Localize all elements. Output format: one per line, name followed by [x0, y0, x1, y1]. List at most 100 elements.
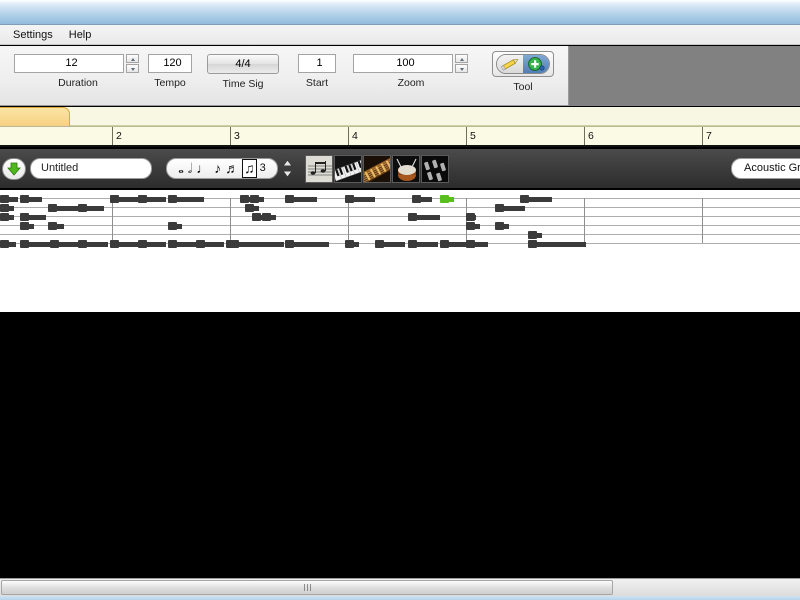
instrument-dropdown[interactable]: Acoustic Gra [731, 158, 800, 179]
note-duration-bar [503, 206, 525, 211]
note[interactable] [20, 213, 46, 221]
menu-settings[interactable]: Settings [5, 27, 61, 43]
track-collapse-button[interactable] [2, 158, 26, 180]
ruler-measure-6[interactable]: 6 [584, 127, 702, 145]
note[interactable] [0, 213, 14, 221]
note[interactable] [375, 240, 405, 248]
measure-barline [702, 198, 703, 243]
note-duration-stepper[interactable] [281, 159, 294, 178]
note[interactable] [230, 240, 284, 248]
note-duration-bar [56, 206, 78, 211]
note[interactable] [168, 222, 182, 230]
ruler-measure-7[interactable]: 7 [702, 127, 800, 145]
note[interactable] [520, 195, 552, 203]
note[interactable] [262, 213, 276, 221]
note[interactable] [250, 195, 264, 203]
note-selected[interactable] [440, 195, 454, 203]
note[interactable] [0, 240, 16, 248]
note-duration-bar [28, 197, 42, 202]
horizontal-scrollbar-thumb[interactable] [1, 580, 613, 595]
note[interactable] [20, 222, 34, 230]
zoom-stepper[interactable] [455, 54, 468, 73]
note[interactable] [110, 240, 138, 248]
note[interactable] [20, 195, 42, 203]
note[interactable] [466, 240, 488, 248]
sequence-tab[interactable] [0, 107, 70, 126]
note[interactable] [412, 195, 432, 203]
note[interactable] [48, 204, 78, 212]
zoom-input[interactable]: 100 [353, 54, 453, 73]
note[interactable] [110, 195, 138, 203]
note-duration-bar [8, 242, 16, 247]
note[interactable] [408, 213, 440, 221]
keyboard-view-button[interactable] [334, 155, 362, 183]
ruler-measure-4[interactable]: 4 [348, 127, 466, 145]
ruler-measure-3[interactable]: 3 [230, 127, 348, 145]
note[interactable] [285, 240, 329, 248]
triplet-button[interactable]: 3 [259, 160, 267, 177]
staff-line [0, 216, 800, 217]
tempo-input[interactable]: 120 [148, 54, 192, 73]
note[interactable] [528, 240, 586, 248]
eighth-note-button[interactable]: ♪ [213, 160, 222, 177]
controller-view-button[interactable] [421, 155, 449, 183]
note-duration-bar [238, 242, 284, 247]
start-label: Start [305, 77, 329, 89]
horizontal-scrollbar[interactable] [0, 578, 800, 596]
add-note-icon[interactable] [523, 55, 549, 73]
note[interactable] [495, 204, 525, 212]
note-duration-bar [8, 215, 14, 220]
note[interactable] [78, 240, 108, 248]
note[interactable] [48, 222, 64, 230]
sixteenth-note-button[interactable]: ♬ [224, 160, 240, 177]
duration-stepper[interactable] [126, 54, 139, 73]
duration-input[interactable]: 12 [14, 54, 124, 73]
time-sig-button[interactable]: 4/4 [207, 54, 279, 74]
note-duration-bar [253, 206, 259, 211]
sequence-tab-strip [0, 107, 800, 126]
note-duration-bar [146, 197, 166, 202]
menu-help[interactable]: Help [61, 27, 100, 43]
start-input[interactable]: 1 [298, 54, 336, 73]
note[interactable] [466, 222, 480, 230]
note[interactable] [345, 240, 359, 248]
note[interactable] [138, 195, 166, 203]
note[interactable] [285, 195, 317, 203]
ruler-measure-5[interactable]: 5 [466, 127, 584, 145]
pencil-icon[interactable] [497, 55, 523, 73]
note[interactable] [466, 213, 476, 221]
note[interactable] [196, 240, 224, 248]
note[interactable] [345, 195, 375, 203]
note[interactable] [0, 195, 18, 203]
note[interactable] [495, 222, 509, 230]
score-editor[interactable] [0, 190, 800, 312]
note[interactable] [20, 240, 50, 248]
tool-button[interactable] [492, 51, 554, 77]
drum-view-button[interactable] [392, 155, 420, 183]
quarter-note-button[interactable]: ♩ [195, 160, 211, 177]
note[interactable] [408, 240, 438, 248]
guitar-view-button[interactable] [363, 155, 391, 183]
zoom-group: 100 Zoom [353, 54, 469, 89]
note[interactable] [528, 231, 542, 239]
thirtysecond-note-button[interactable]: ♫ [242, 159, 257, 178]
tempo-group: 120 Tempo [148, 54, 192, 89]
green-down-arrow-icon [7, 162, 21, 176]
ruler-measure-2[interactable]: 2 [112, 127, 230, 145]
note[interactable] [245, 204, 259, 212]
time-sig-group: 4/4 Time Sig [207, 54, 279, 90]
note[interactable] [0, 204, 14, 212]
score-view-button[interactable] [305, 155, 333, 183]
note[interactable] [78, 204, 104, 212]
track-name-input[interactable]: Untitled [30, 158, 152, 179]
whole-note-button[interactable]: 𝅝 [177, 160, 185, 177]
zoom-label: Zoom [397, 77, 425, 89]
note[interactable] [138, 240, 166, 248]
half-note-button[interactable]: 𝅗𝅥 [187, 160, 193, 177]
note[interactable] [50, 240, 80, 248]
measure-ruler[interactable]: 234567 [0, 126, 800, 147]
grip-dots-icon [303, 582, 312, 594]
note-duration-bar [176, 242, 196, 247]
note[interactable] [168, 240, 196, 248]
note[interactable] [168, 195, 204, 203]
